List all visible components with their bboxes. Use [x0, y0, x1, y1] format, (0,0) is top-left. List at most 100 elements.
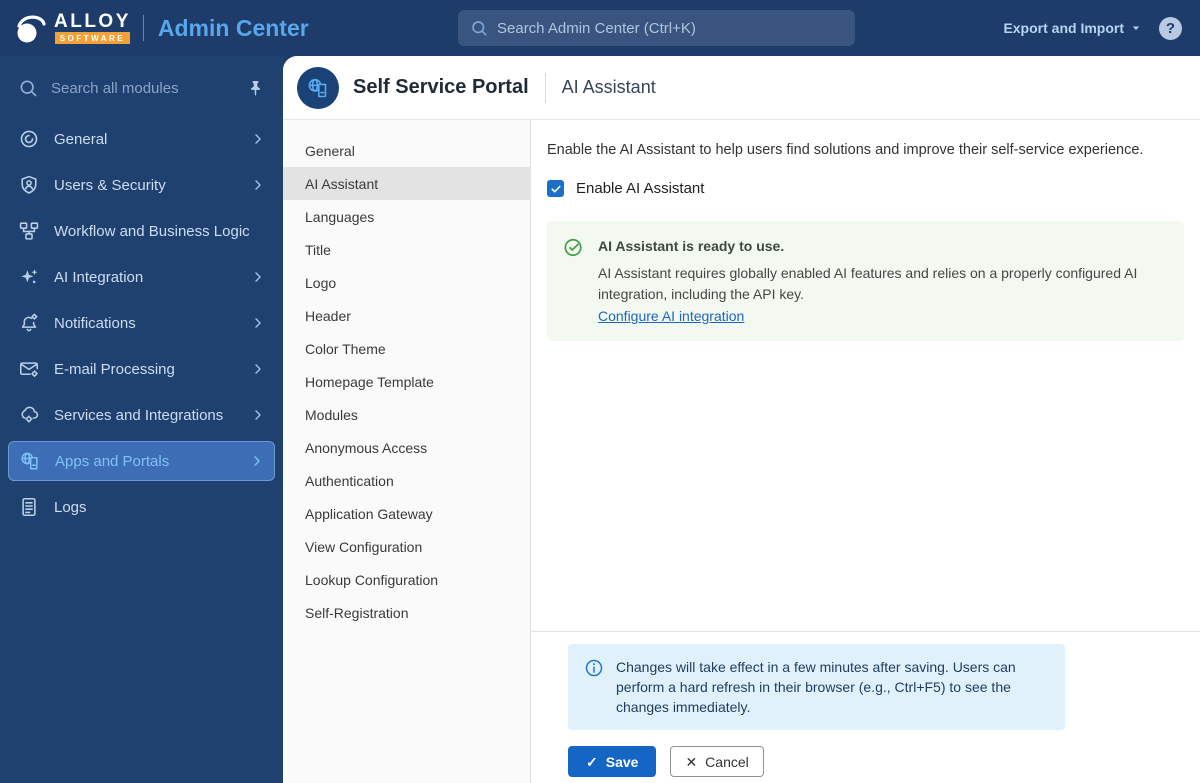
- self-service-portal-icon: [297, 66, 339, 109]
- notifications-icon: [18, 312, 40, 334]
- enable-ai-assistant-checkbox[interactable]: [547, 180, 564, 197]
- action-buttons: ✓ Save ✕ Cancel: [568, 746, 1200, 777]
- chevron-right-icon: [251, 132, 265, 146]
- save-info-note: Changes will take effect in a few minute…: [568, 644, 1065, 730]
- subnav-item-application-gateway[interactable]: Application Gateway: [283, 497, 530, 530]
- ai-ready-title: AI Assistant is ready to use.: [598, 238, 785, 254]
- apps-portals-icon: [19, 450, 41, 472]
- sidebar-item-label: Logs: [54, 498, 87, 516]
- sidebar-item-users-security[interactable]: Users & Security: [0, 162, 283, 208]
- portal-glyph-icon: [306, 76, 330, 100]
- alloy-logo-wordmark: ALLOY SOFTWARE: [54, 12, 131, 44]
- sidebar-item-logs[interactable]: Logs: [0, 484, 283, 530]
- feature-description: Enable the AI Assistant to help users fi…: [547, 142, 1144, 158]
- topbar: ALLOY SOFTWARE Admin Center Export and I…: [0, 0, 1200, 56]
- alloy-logo-icon: [17, 15, 46, 43]
- save-button-label: Save: [605, 753, 639, 770]
- admin-search-input[interactable]: [497, 19, 843, 37]
- close-icon: ✕: [685, 753, 698, 770]
- sidebar-item-services-and-integrations[interactable]: Services and Integrations: [0, 392, 283, 438]
- sidebar-item-label: Notifications: [54, 314, 136, 332]
- users-security-icon: [18, 174, 40, 196]
- module-search-input[interactable]: [51, 79, 233, 97]
- cancel-button-label: Cancel: [705, 753, 749, 770]
- sidebar-nav: General Users & Security Workflow and Busi…: [0, 116, 283, 530]
- ai-ready-panel: AI Assistant is ready to use. AI Assista…: [547, 221, 1184, 341]
- sidebar-item-label: Users & Security: [54, 176, 166, 194]
- subnav-item-authentication[interactable]: Authentication: [283, 464, 530, 497]
- sidebar-item-label: General: [54, 130, 108, 148]
- sidebar-item-apps-and-portals[interactable]: Apps and Portals: [8, 441, 275, 481]
- enable-ai-assistant-row[interactable]: Enable AI Assistant: [547, 180, 1184, 197]
- subnav-item-header[interactable]: Header: [283, 299, 530, 332]
- subnav-item-ai-assistant[interactable]: AI Assistant: [283, 167, 530, 200]
- sidebar-item-workflow-and-business-logic[interactable]: Workflow and Business Logic: [0, 208, 283, 254]
- chevron-right-icon: [251, 178, 265, 192]
- cancel-button[interactable]: ✕ Cancel: [670, 746, 764, 777]
- configure-ai-integration-link[interactable]: Configure AI integration: [598, 308, 744, 324]
- sidebar-item-ai-integration[interactable]: AI Integration: [0, 254, 283, 300]
- alloy-logo: ALLOY SOFTWARE: [14, 10, 131, 46]
- success-check-icon: [563, 237, 584, 258]
- enable-ai-assistant-label: Enable AI Assistant: [576, 180, 705, 197]
- ai-integration-icon: [18, 266, 40, 288]
- module-search-box[interactable]: [0, 66, 283, 110]
- subnav-item-lookup-configuration[interactable]: Lookup Configuration: [283, 563, 530, 596]
- subnav-item-self-registration[interactable]: Self-Registration: [283, 596, 530, 629]
- subnav-item-general[interactable]: General: [283, 134, 530, 167]
- sidebar-item-notifications[interactable]: Notifications: [0, 300, 283, 346]
- logs-icon: [18, 496, 40, 518]
- ai-ready-body: AI Assistant requires globally enabled A…: [598, 265, 1138, 302]
- general-icon: [18, 128, 40, 150]
- sidebar-item-label: AI Integration: [54, 268, 144, 286]
- settings-area: Enable the AI Assistant to help users fi…: [531, 120, 1200, 631]
- topbar-actions: Export and Import ?: [1003, 16, 1182, 40]
- subnav-item-view-configuration[interactable]: View Configuration: [283, 530, 530, 563]
- subnav-item-logo[interactable]: Logo: [283, 266, 530, 299]
- ai-ready-content: AI Assistant is ready to use. AI Assista…: [598, 236, 1168, 326]
- subnav-item-languages[interactable]: Languages: [283, 200, 530, 233]
- subnav-item-homepage-template[interactable]: Homepage Template: [283, 365, 530, 398]
- sidebar-item-general[interactable]: General: [0, 116, 283, 162]
- help-icon: ?: [1165, 19, 1176, 37]
- search-icon: [18, 78, 38, 98]
- search-icon: [470, 19, 488, 37]
- logo-text-alloy: ALLOY: [54, 11, 131, 32]
- body-row: General AI Assistant Languages Title Logo Hea…: [283, 120, 1200, 783]
- sidebar-item-e-mail-processing[interactable]: E-mail Processing: [0, 346, 283, 392]
- export-import-label: Export and Import: [1003, 20, 1124, 36]
- page-title: Self Service Portal: [353, 76, 529, 98]
- page-header-divider: [544, 72, 546, 103]
- pin-sidebar-icon[interactable]: [246, 79, 265, 98]
- chevron-right-icon: [251, 362, 265, 376]
- subnav-item-anonymous-access[interactable]: Anonymous Access: [283, 431, 530, 464]
- sidebar-item-label: Services and Integrations: [54, 406, 224, 424]
- content-panel: Self Service Portal AI Assistant General…: [283, 56, 1200, 783]
- main-pane: Enable the AI Assistant to help users fi…: [531, 120, 1200, 783]
- subnav-item-modules[interactable]: Modules: [283, 398, 530, 431]
- sidebar-item-label: Apps and Portals: [55, 452, 170, 470]
- email-processing-icon: [18, 358, 40, 380]
- export-import-menu[interactable]: Export and Import: [1003, 20, 1143, 36]
- sidebar-item-label: E-mail Processing: [54, 360, 175, 378]
- caret-down-icon: [1129, 21, 1143, 35]
- save-button[interactable]: ✓ Save: [568, 746, 657, 777]
- footer: Changes will take effect in a few minute…: [531, 631, 1200, 783]
- page-header: Self Service Portal AI Assistant: [283, 56, 1200, 120]
- sidebar-item-label: Workflow and Business Logic: [54, 222, 250, 240]
- chevron-right-icon: [251, 316, 265, 330]
- save-info-text: Changes will take effect in a few minute…: [616, 659, 1016, 715]
- info-icon: [584, 658, 604, 678]
- admin-search-box[interactable]: [458, 10, 855, 46]
- page-subtitle: AI Assistant: [561, 77, 656, 97]
- sidebar: General Users & Security Workflow and Busi…: [0, 56, 283, 783]
- subnav-item-color-theme[interactable]: Color Theme: [283, 332, 530, 365]
- check-icon: ✓: [586, 753, 598, 770]
- logo-text-software: SOFTWARE: [54, 32, 131, 44]
- subnav-item-title[interactable]: Title: [283, 233, 530, 266]
- chevron-right-icon: [251, 408, 265, 422]
- workflow-icon: [18, 220, 40, 242]
- subnav: General AI Assistant Languages Title Logo Hea…: [283, 120, 531, 783]
- admin-center-app: ALLOY SOFTWARE Admin Center Export and I…: [0, 0, 1200, 783]
- help-button[interactable]: ?: [1159, 16, 1182, 40]
